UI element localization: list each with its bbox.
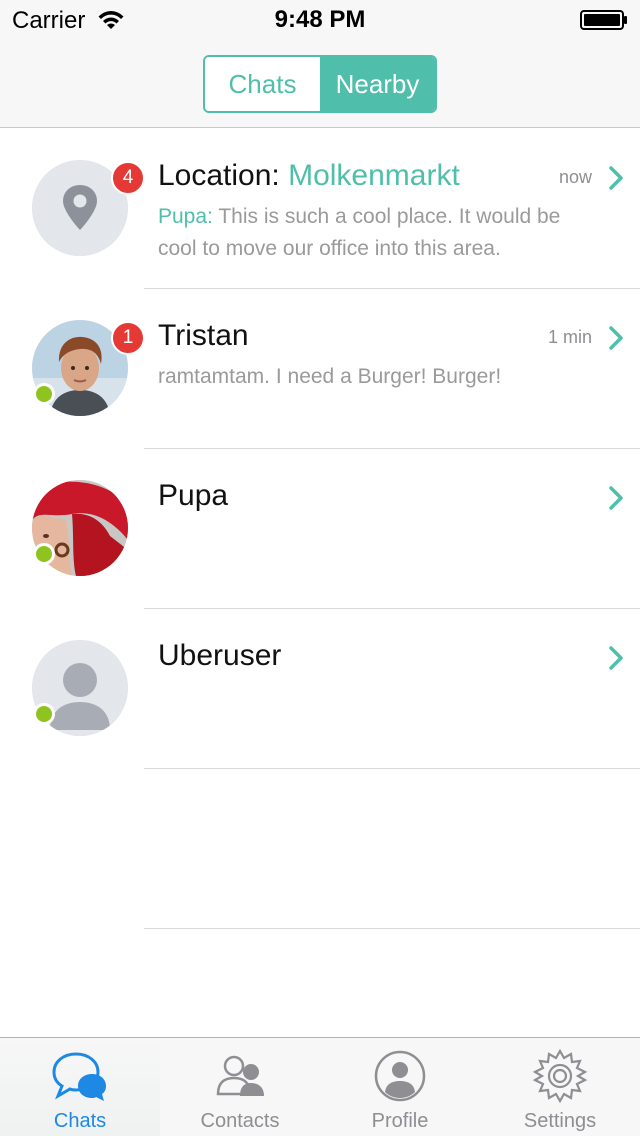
profile-icon xyxy=(374,1050,426,1102)
chat-preview: Pupa: This is such a cool place. It woul… xyxy=(158,205,561,260)
tab-label: Settings xyxy=(523,1110,597,1132)
battery-icon xyxy=(580,10,627,30)
tab-label: Chats xyxy=(53,1110,107,1132)
segment-chats[interactable]: Chats xyxy=(205,57,320,111)
chevron-right-icon xyxy=(609,326,623,350)
gear-icon xyxy=(532,1048,588,1104)
chat-preview: ramtamtam. I need a Burger! Burger! xyxy=(158,365,502,388)
tab-label: Profile xyxy=(371,1110,429,1132)
chat-time: 1 min xyxy=(547,327,592,347)
unread-badge: 1 xyxy=(111,321,145,355)
status-time: 9:48 PM xyxy=(274,6,366,33)
chat-row-pupa[interactable]: Pupa xyxy=(0,449,640,609)
chat-row-tristan[interactable]: 1 Tristan 1 min ramtamtam. I need a Burg… xyxy=(0,289,640,449)
tab-profile[interactable]: Profile xyxy=(320,1038,480,1136)
unread-badge: 4 xyxy=(111,161,145,195)
chat-title: Pupa xyxy=(158,479,229,512)
chat-row-location[interactable]: 4 Location: Molkenmarkt now Pupa: This i… xyxy=(0,129,640,289)
chat-title: Uberuser xyxy=(158,639,282,672)
chat-bubbles-icon xyxy=(52,1052,106,1101)
chat-time: now xyxy=(558,167,592,187)
chevron-right-icon xyxy=(609,486,623,510)
segment-nearby[interactable]: Nearby xyxy=(320,57,435,111)
chat-title: Tristan xyxy=(158,319,249,352)
status-bar: Carrier 9:48 PM xyxy=(0,0,640,40)
empty-row xyxy=(0,769,640,929)
location-name: Molkenmarkt xyxy=(288,159,460,192)
tab-chats[interactable]: Chats xyxy=(0,1038,160,1136)
online-indicator xyxy=(33,703,55,725)
chat-title: Location: Molkenmarkt xyxy=(158,159,460,192)
tab-bar: Chats Contacts Profile Settings xyxy=(0,1037,640,1136)
segmented-control: Chats Nearby xyxy=(203,55,437,113)
row-divider xyxy=(144,928,640,929)
chat-row-uberuser[interactable]: Uberuser xyxy=(0,609,640,769)
chevron-right-icon xyxy=(609,166,623,190)
online-indicator xyxy=(33,383,55,405)
tab-label: Contacts xyxy=(200,1110,280,1132)
tab-settings[interactable]: Settings xyxy=(480,1038,640,1136)
contacts-icon xyxy=(216,1055,264,1096)
nav-bar: Chats Nearby xyxy=(0,40,640,128)
online-indicator xyxy=(33,543,55,565)
chevron-right-icon xyxy=(609,646,623,670)
tab-contacts[interactable]: Contacts xyxy=(160,1038,320,1136)
message-sender: Pupa: xyxy=(158,205,213,228)
chat-list: 4 Location: Molkenmarkt now Pupa: This i… xyxy=(0,129,640,929)
